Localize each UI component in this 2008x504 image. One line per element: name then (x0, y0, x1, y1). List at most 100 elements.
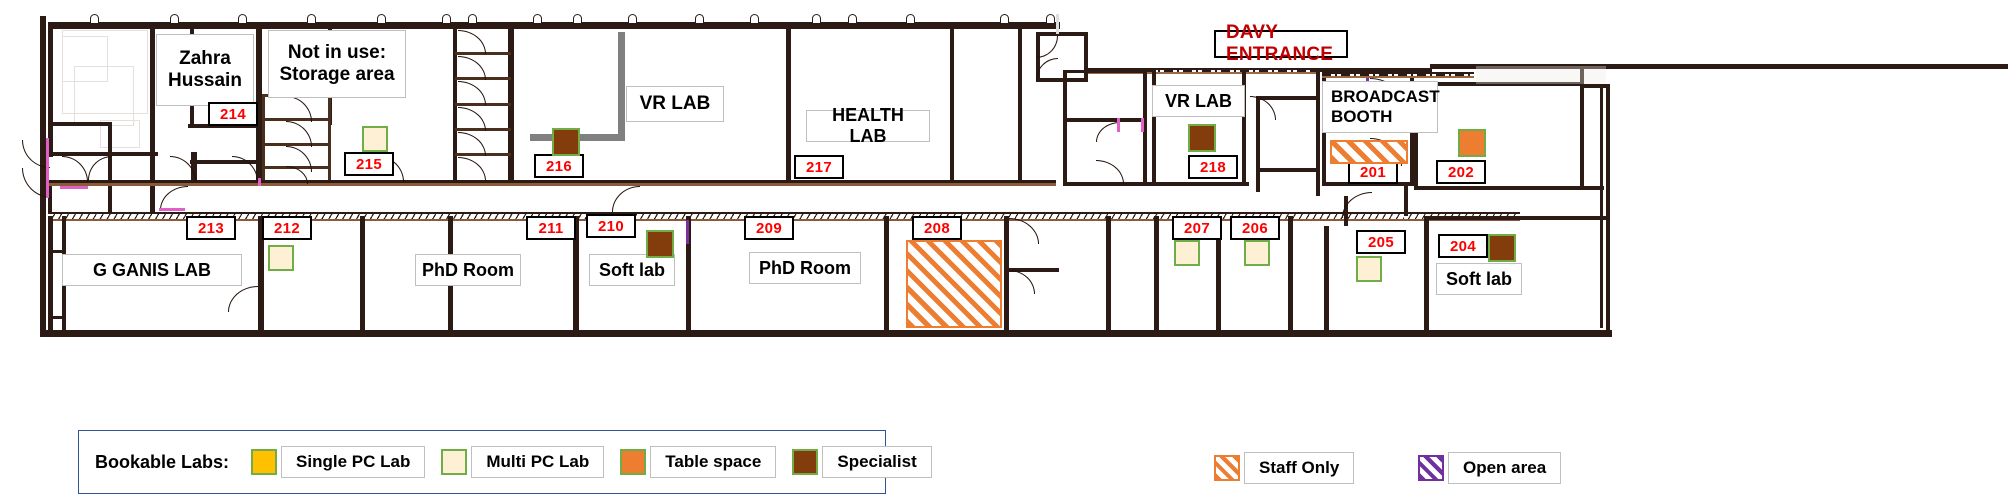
legend-item-specialist: Specialist (792, 446, 932, 478)
swatch-specialist-218 (1188, 124, 1216, 152)
room-label-broadcast-booth: BROADCAST BOOTH (1322, 81, 1440, 133)
lobby-wall (1084, 32, 1088, 82)
room-number-218: 218 (1188, 155, 1238, 179)
window-tick-icon (170, 14, 179, 23)
room212-right-wall (360, 216, 365, 332)
window-tick-icon (906, 14, 915, 23)
room206-right-wall (1288, 216, 1293, 332)
room-label-zahra-hussain: Zahra Hussain (156, 34, 254, 106)
room-number-217: 217 (794, 155, 844, 179)
door-swing-icon (612, 186, 640, 212)
window-tick-icon (695, 14, 704, 23)
storage-subroom-wall (328, 94, 331, 184)
broadcast-top-wall (1322, 72, 1474, 78)
right-block-wall (1316, 72, 1320, 196)
room204-top-wall (1424, 216, 1606, 220)
room-label-soft-lab-210: Soft lab (589, 254, 675, 286)
door-swing-icon (228, 286, 258, 312)
vr218-left-wall (1063, 70, 1067, 184)
room-number-216: 216 (534, 154, 584, 178)
floor-plan-canvas: Zahra Hussain Not in use: Storage area V… (0, 0, 2008, 504)
door-swing-icon (458, 56, 486, 80)
legend-key-table-space (620, 449, 647, 475)
exterior-top-wall (48, 22, 1060, 29)
window-tick-icon (533, 14, 542, 23)
room-label-vr-lab-216: VR LAB (626, 86, 724, 122)
legend-item-table-space: Table space (620, 446, 777, 478)
door-leaf-icon (46, 138, 49, 168)
stub-wall (108, 186, 112, 212)
swatch-multi-pc-lab-207 (1174, 240, 1200, 266)
legend-label-table-space: Table space (650, 446, 777, 478)
door-swing-icon (458, 81, 486, 105)
room-number-210: 210 (586, 214, 636, 238)
door-swing-icon (286, 121, 312, 147)
door-swing-icon (458, 30, 486, 54)
room-number-209: 209 (744, 216, 794, 240)
left-room-divider-2 (48, 122, 110, 126)
room-number-208: 208 (912, 216, 962, 240)
window-tick-icon (750, 14, 759, 23)
door-swing-icon (1009, 218, 1039, 244)
room-label-g-ganis-lab: G GANIS LAB (62, 254, 242, 286)
room-label-health-lab: HEALTH LAB (806, 105, 930, 146)
room-number-215: 215 (344, 152, 394, 176)
room-label-storage-area: Not in use: Storage area (268, 30, 406, 98)
window-tick-icon (238, 14, 247, 23)
stub-wall (150, 186, 155, 212)
exterior-right-wall-outer (1600, 88, 1603, 328)
r202-bottom-wall (1414, 186, 1604, 190)
door-swing-icon (458, 107, 486, 131)
swatch-table-space-202 (1458, 129, 1486, 157)
legend-key-staff-only (1214, 455, 1240, 481)
storage-subroom-wall (262, 94, 265, 184)
vr-lab-glass-partition (618, 32, 625, 140)
room-label-phd-room-209: PhD Room (749, 252, 861, 284)
room-number-213: 213 (186, 216, 236, 240)
vr218-bottom (1063, 182, 1249, 186)
health-lab-right-wall (950, 28, 954, 184)
swatch-multi-pc-lab-206 (1244, 240, 1270, 266)
room-label-soft-lab-204: Soft lab (1436, 263, 1522, 295)
swatch-multi-pc-lab-205 (1356, 256, 1382, 282)
window-tick-icon (1046, 14, 1055, 23)
window-tick-icon (307, 14, 316, 23)
room-label-vr-lab-218: VR LAB (1152, 85, 1245, 117)
room-divider-wall (1018, 28, 1022, 184)
room-number-212: 212 (262, 216, 312, 240)
room-number-204: 204 (1438, 234, 1488, 258)
window-tick-icon (90, 14, 99, 23)
window-tick-icon (468, 14, 477, 23)
legend-key-single-pc-lab (251, 449, 278, 475)
window-tick-icon (377, 14, 386, 23)
legend-item-open-area: Open area (1418, 452, 1562, 484)
right-block-wall (1256, 96, 1316, 100)
door-leaf-icon (1117, 118, 1120, 132)
door-leaf-icon (686, 220, 689, 244)
room-number-206: 206 (1230, 216, 1280, 240)
health-lab-left-wall (786, 28, 791, 184)
door-swing-icon (1036, 36, 1058, 58)
door-leaf-icon (1141, 118, 1144, 132)
corridor-top-wall-dark (48, 180, 1056, 183)
staff-only-area-201 (1330, 140, 1408, 164)
legend-label-specialist: Specialist (822, 446, 932, 478)
legend-key-multi-pc-lab (441, 449, 468, 475)
room207-left-wall (1154, 216, 1159, 332)
room-number-207: 207 (1172, 216, 1222, 240)
legend-label-single-pc-lab: Single PC Lab (281, 446, 426, 478)
vr218-inner-wall (1063, 118, 1147, 122)
door-swing-icon (1096, 160, 1124, 184)
door-leaf-icon (258, 178, 261, 186)
door-swing-icon (88, 156, 112, 180)
vr218-inner-wall (1063, 70, 1147, 73)
legend-title: Bookable Labs: (95, 451, 230, 472)
window-tick-icon (573, 14, 582, 23)
legend-label-staff-only: Staff Only (1244, 452, 1355, 484)
legend-bookable-labs: Bookable Labs: Single PC Lab Multi PC La… (78, 430, 932, 494)
swatch-multi-pc-lab-215 (362, 126, 388, 152)
room209-right-wall (884, 216, 889, 332)
swatch-multi-pc-lab-212 (268, 245, 294, 271)
room205-left-wall (1324, 226, 1329, 332)
swatch-specialist-210 (646, 230, 674, 258)
